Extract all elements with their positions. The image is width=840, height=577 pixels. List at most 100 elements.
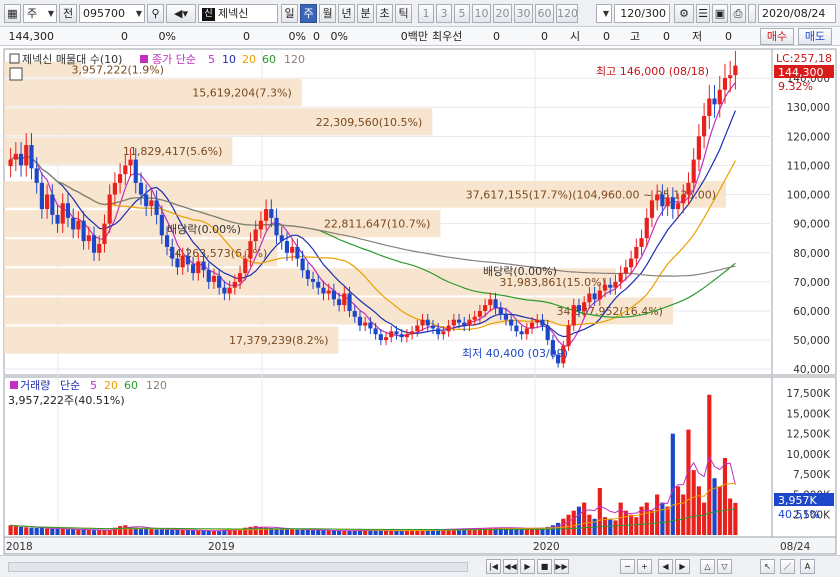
left-arrow-icon[interactable]: ◀ <box>658 559 673 574</box>
candle-body <box>665 197 670 207</box>
time-last-label: 08/24 <box>780 541 811 553</box>
scroll-track[interactable] <box>8 562 468 572</box>
cursor-icon[interactable]: ↖ <box>760 559 775 574</box>
period-tab-5[interactable]: 초 <box>376 4 393 23</box>
candle-body <box>305 270 310 279</box>
period-tab-4[interactable]: 분 <box>357 4 374 23</box>
expand-icon[interactable]: ▽ <box>717 559 732 574</box>
stop-icon[interactable]: ■ <box>537 559 552 574</box>
candle-body <box>707 98 712 116</box>
candle-body <box>206 270 211 282</box>
candle-body <box>71 217 76 230</box>
sound-icon[interactable]: ◀▾ <box>166 4 196 23</box>
candle-body <box>410 331 415 335</box>
chevron-down-icon: ▼ <box>135 9 142 18</box>
candle-body <box>733 65 738 76</box>
buy-button[interactable]: 매수 <box>760 28 794 45</box>
period-tab-3[interactable]: 년 <box>338 4 355 23</box>
period-tab-0[interactable]: 일 <box>281 4 298 23</box>
dividend-label-1: 배당락(0.00%) <box>167 223 241 236</box>
candle-body <box>436 328 441 335</box>
candle-body <box>514 325 519 332</box>
open-label: 시 <box>570 30 581 43</box>
settings-tools-icon[interactable]: ⚙ <box>674 4 694 23</box>
stack-icon[interactable]: ☰ <box>696 4 710 23</box>
candle-body <box>269 209 274 218</box>
candle-body <box>644 217 649 239</box>
zoom-in-icon[interactable]: + <box>637 559 652 574</box>
sell-button[interactable]: 매도 <box>798 28 832 45</box>
interval-button-7[interactable]: 120 <box>556 4 578 23</box>
grid-toggle-icon[interactable] <box>9 67 23 81</box>
volume-bar <box>712 478 717 535</box>
candle-body <box>728 75 733 79</box>
date-field[interactable]: 2020/08/24 <box>758 4 836 23</box>
period-tab-2[interactable]: 월 <box>319 4 336 23</box>
volume-bar <box>144 528 149 535</box>
interval-button-1[interactable]: 3 <box>436 4 452 23</box>
candle-body <box>634 246 639 259</box>
volume-tick-label: 10,000K <box>786 449 831 461</box>
stock-name-field[interactable]: 신 제넥신 <box>198 4 278 23</box>
volume-bar <box>170 529 175 535</box>
candle-body <box>415 325 420 332</box>
candle-body <box>144 194 149 207</box>
volume-bar <box>97 530 102 535</box>
interval-button-5[interactable]: 30 <box>514 4 533 23</box>
volume-bar <box>65 529 71 535</box>
high-annotation: 최고 146,000 (08/18) <box>596 65 709 78</box>
volume-bar <box>644 502 649 535</box>
period-tab-6[interactable]: 틱 <box>395 4 412 23</box>
volume-bar <box>728 498 733 535</box>
candle-body <box>217 276 222 288</box>
candle-body <box>451 319 456 326</box>
chart-menu-icon[interactable]: ▦ <box>4 4 21 23</box>
search-icon[interactable]: ⚲ <box>147 4 164 23</box>
price-tick-label: 80,000 <box>793 248 830 260</box>
candle-body <box>540 319 545 326</box>
stock-name-value: 제넥신 <box>218 7 249 20</box>
chevron-down-icon: ▼ <box>47 9 54 18</box>
candle-body <box>618 273 623 282</box>
forward-icon[interactable]: ▶▶ <box>554 559 569 574</box>
best-bid-1: 0 <box>493 30 500 43</box>
gear-icon[interactable] <box>748 4 756 23</box>
volume-bar <box>702 502 707 535</box>
interval-button-4[interactable]: 20 <box>493 4 512 23</box>
candle-body <box>279 235 284 242</box>
rewind-icon[interactable]: ◀◀ <box>503 559 518 574</box>
volume-bar <box>284 529 290 535</box>
volume-bar <box>383 530 389 535</box>
lc-label: LC:257,18 <box>776 52 832 65</box>
interval-button-6[interactable]: 60 <box>535 4 554 23</box>
volume-bar <box>8 525 13 535</box>
interval-dropdown[interactable]: ▼ <box>596 4 612 23</box>
line-tool-icon[interactable]: ／ <box>780 559 795 574</box>
interval-button-0[interactable]: 1 <box>418 4 434 23</box>
prev-button[interactable]: 전 <box>59 4 77 23</box>
period-type-select[interactable]: 주 ▼ <box>23 4 57 23</box>
interval-button-3[interactable]: 10 <box>472 4 491 23</box>
amount-unit: 0백만 <box>400 30 428 43</box>
first-icon[interactable]: |◀ <box>486 559 501 574</box>
candle-body <box>180 255 185 268</box>
amount-value: 0 <box>313 30 320 43</box>
print-icon[interactable]: ⎙ <box>730 4 746 23</box>
count-field[interactable]: 120/300 <box>614 4 670 23</box>
volume-legend-ma-label: 단순 <box>60 379 80 392</box>
stock-code-input[interactable]: 095700 ▼ <box>79 4 145 23</box>
chart-area[interactable]: 3,957,222(1.9%)15,619,204(7.3%)22,309,56… <box>0 47 840 555</box>
zoom-out-icon[interactable]: − <box>620 559 635 574</box>
period-tab-1[interactable]: 주 <box>300 4 317 23</box>
volume-bar <box>300 529 305 535</box>
text-tool-icon[interactable]: A <box>800 559 815 574</box>
play-icon[interactable]: ▶ <box>520 559 535 574</box>
low-annotation: 최저 40,400 (03/09) <box>462 347 568 360</box>
volume-bar <box>159 529 164 535</box>
volume-bar <box>337 530 342 535</box>
candle-body <box>8 159 13 167</box>
save-icon[interactable]: ▣ <box>712 4 728 23</box>
right-arrow-icon[interactable]: ▶ <box>675 559 690 574</box>
interval-button-2[interactable]: 5 <box>454 4 470 23</box>
collapse-icon[interactable]: △ <box>700 559 715 574</box>
